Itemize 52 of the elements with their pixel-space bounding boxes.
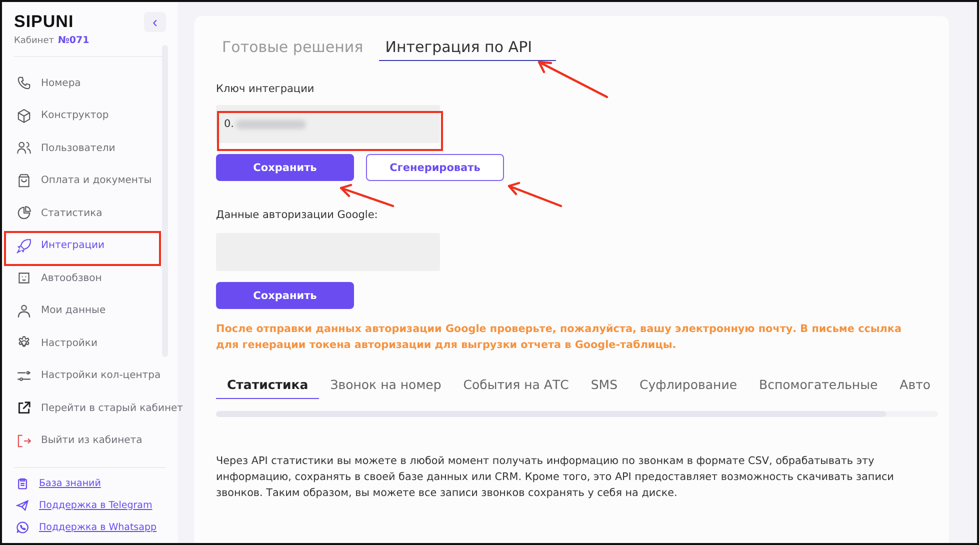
field-label: Данные авторизации Google: xyxy=(216,209,378,221)
annotation-arrow xyxy=(508,182,562,208)
nav-item[interactable]: Выйти из кабинета xyxy=(2,424,183,457)
help-link[interactable]: База знаний xyxy=(39,478,101,488)
nav-item[interactable]: Настройки кол-центра xyxy=(2,360,183,392)
notice-text: После отправки данных авторизации Google проверьте, пожалуйста, вашу электронную почту. В письме ссылка для генерации токена авторизации для выгрузки отчета в Google-таблицы. xyxy=(216,322,902,353)
nav-item[interactable]: Настройки xyxy=(2,327,183,360)
phone-bubble-icon xyxy=(16,520,29,534)
phone-icon xyxy=(16,75,32,92)
nav-item[interactable]: Пользователи xyxy=(2,132,183,164)
cabinet-number: №071 xyxy=(58,35,90,46)
annotation-arrow xyxy=(538,60,608,98)
cabinet-label: Кабинет xyxy=(14,36,54,46)
description-text: Через API статистики вы можете в любой момент получать информацию по звонкам в формате CSV, обрабатывать эту информацию, сохранять в своей базе данных или CRM. Кроме того, это API предоставляет возможность скачивать записи звонков. Таким образом, вы можете все записи звонков сохранять у себя на диске. xyxy=(216,454,895,501)
tab[interactable]: Статистика xyxy=(216,373,320,399)
nav-item[interactable]: Мои данные xyxy=(2,294,183,327)
rocket-icon xyxy=(16,238,32,254)
bag-icon xyxy=(16,172,32,189)
tab[interactable]: Авто xyxy=(888,373,938,399)
field-label: Ключ интеграции xyxy=(216,83,314,95)
paper-plane-icon xyxy=(16,498,29,512)
input-field[interactable]: 0. xyxy=(216,105,440,143)
tab[interactable]: Звонок на номер xyxy=(319,373,452,399)
nav-item[interactable]: Перейти в старый кабинет xyxy=(2,392,183,424)
clipboard-icon xyxy=(16,476,29,490)
nav-item[interactable]: Интеграции xyxy=(2,230,183,262)
collapse-button[interactable]: ‹ xyxy=(144,12,166,32)
nav-item[interactable]: Статистика xyxy=(2,197,183,230)
tab[interactable]: Готовые решения xyxy=(216,36,370,61)
logout-icon xyxy=(16,432,32,449)
nav-item[interactable]: Конструктор xyxy=(2,100,183,132)
tab[interactable]: Суфлирование xyxy=(628,373,748,399)
blurred-text xyxy=(236,120,306,128)
annotation-arrow xyxy=(340,184,394,208)
nav-item[interactable]: Оплата и документы xyxy=(2,164,183,197)
tab[interactable]: События на АТС xyxy=(452,373,580,399)
user-icon xyxy=(16,302,32,319)
tab[interactable]: Интеграция по API xyxy=(379,36,556,61)
users-icon xyxy=(16,140,32,156)
help-link[interactable]: Поддержка в Telegram xyxy=(39,500,152,510)
help-link[interactable]: Поддержка в Whatsapp xyxy=(39,522,157,532)
external-link-icon xyxy=(16,400,32,416)
pie-chart-icon xyxy=(16,205,32,222)
generate-button[interactable]: Сгенерировать xyxy=(366,154,504,181)
cube-icon xyxy=(16,108,32,124)
save-button[interactable]: Сохранить xyxy=(216,154,354,181)
tab[interactable]: Вспомогательные xyxy=(748,373,889,399)
logo: SIPUNI xyxy=(14,12,74,32)
tab[interactable]: SMS xyxy=(580,373,628,399)
save-button[interactable]: Сохранить xyxy=(216,282,354,309)
nav-item[interactable]: Автообзвон xyxy=(2,262,183,294)
nav-item[interactable]: Номера xyxy=(2,67,183,100)
